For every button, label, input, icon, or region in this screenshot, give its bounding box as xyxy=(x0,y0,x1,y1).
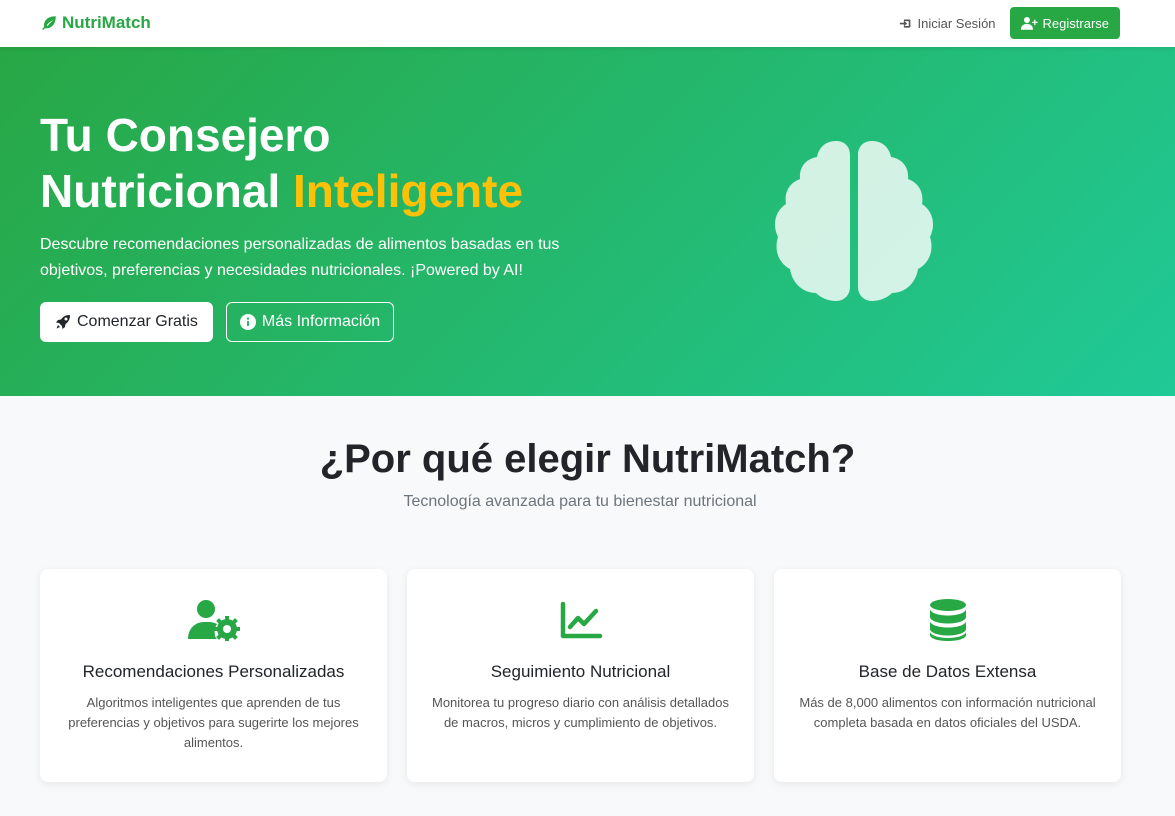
feature-card-database: Base de Datos Extensa Más de 8,000 alime… xyxy=(774,569,1121,782)
rocket-icon xyxy=(56,315,70,329)
feature-card-tracking: Seguimiento Nutricional Monitorea tu pro… xyxy=(407,569,754,782)
brand-link[interactable]: NutriMatch xyxy=(40,13,151,33)
register-label: Registrarse xyxy=(1042,15,1109,31)
more-info-label: Más Información xyxy=(261,313,381,330)
login-link[interactable]: Iniciar Sesión xyxy=(899,15,996,31)
feature-title: Base de Datos Extensa xyxy=(858,662,1037,681)
register-button[interactable]: Registrarse xyxy=(1009,7,1120,39)
user-plus-icon xyxy=(1020,17,1038,30)
login-label: Iniciar Sesión xyxy=(917,15,996,31)
hero-section: Tu Consejero Nutricional Inteligente Des… xyxy=(0,47,1175,396)
more-info-button[interactable]: Más Información xyxy=(225,302,395,342)
feature-cards: Recomendaciones Personalizadas Algoritmo… xyxy=(40,569,1121,782)
feature-text: Más de 8,000 alimentos con información n… xyxy=(799,695,1096,730)
features-title: ¿Por qué elegir NutriMatch? xyxy=(319,437,856,481)
features-subtitle: Tecnología avanzada para tu bienestar nu… xyxy=(403,493,757,510)
hero-title: Tu Consejero Nutricional Inteligente xyxy=(40,107,600,219)
brain-icon xyxy=(774,141,934,301)
chart-line-icon xyxy=(560,601,602,639)
hero-lead: Descubre recomendaciones personalizadas … xyxy=(40,236,560,279)
hero-title-line2: Nutricional xyxy=(40,165,281,217)
navbar: NutriMatch Iniciar Sesión Registrarse xyxy=(0,0,1175,47)
feature-title: Seguimiento Nutricional xyxy=(490,662,671,681)
hero-title-accent: Inteligente xyxy=(293,165,524,217)
feature-card-personalized: Recomendaciones Personalizadas Algoritmo… xyxy=(40,569,387,782)
database-icon xyxy=(929,599,966,641)
feature-title: Recomendaciones Personalizadas xyxy=(82,662,345,681)
user-gear-icon xyxy=(187,600,240,641)
feature-text: Algoritmos inteligentes que aprenden de … xyxy=(68,695,359,750)
feature-text: Monitorea tu progreso diario con análisi… xyxy=(431,695,729,730)
hero-actions: Comenzar Gratis Más Información xyxy=(40,302,395,342)
leaf-icon xyxy=(42,16,56,31)
brand-name: NutriMatch xyxy=(62,13,151,32)
hero-title-line1: Tu Consejero xyxy=(40,109,331,161)
nav-actions: Iniciar Sesión Registrarse xyxy=(899,7,1120,39)
start-free-button[interactable]: Comenzar Gratis xyxy=(40,302,213,342)
info-circle-icon xyxy=(239,314,256,330)
sign-in-icon xyxy=(900,18,911,28)
start-free-label: Comenzar Gratis xyxy=(77,313,198,330)
